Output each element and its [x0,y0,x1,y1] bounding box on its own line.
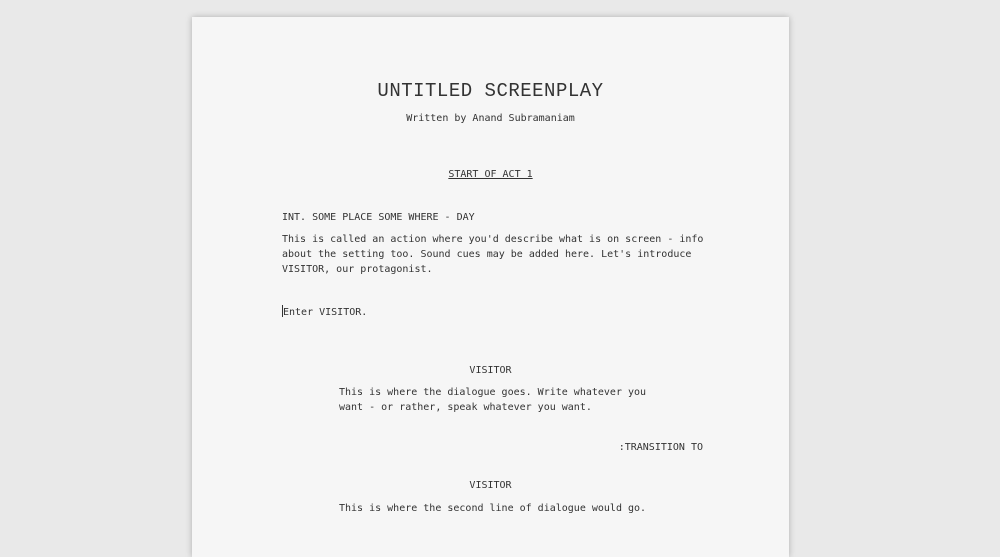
dialogue-block[interactable]: This is where the dialogue goes. Write w… [339,385,649,415]
character-name[interactable]: VISITOR [192,480,789,491]
author-byline[interactable]: Written by Anand Subramaniam [192,113,789,124]
action-block[interactable]: This is called an action where you'd des… [282,232,712,277]
character-name[interactable]: VISITOR [192,365,789,376]
screenplay-page[interactable]: UNTITLED SCREENPLAY Written by Anand Sub… [192,17,789,557]
screenplay-title[interactable]: UNTITLED SCREENPLAY [192,80,789,102]
dialogue-block[interactable]: This is where the second line of dialogu… [339,501,649,516]
action-block-cursor[interactable]: Enter VISITOR. [282,305,712,320]
transition[interactable]: :TRANSITION TO [619,442,703,453]
scene-heading[interactable]: INT. SOME PLACE SOME WHERE - DAY [282,212,475,223]
action-text[interactable]: Enter VISITOR. [283,307,367,318]
act-header[interactable]: START OF ACT 1 [192,169,789,180]
